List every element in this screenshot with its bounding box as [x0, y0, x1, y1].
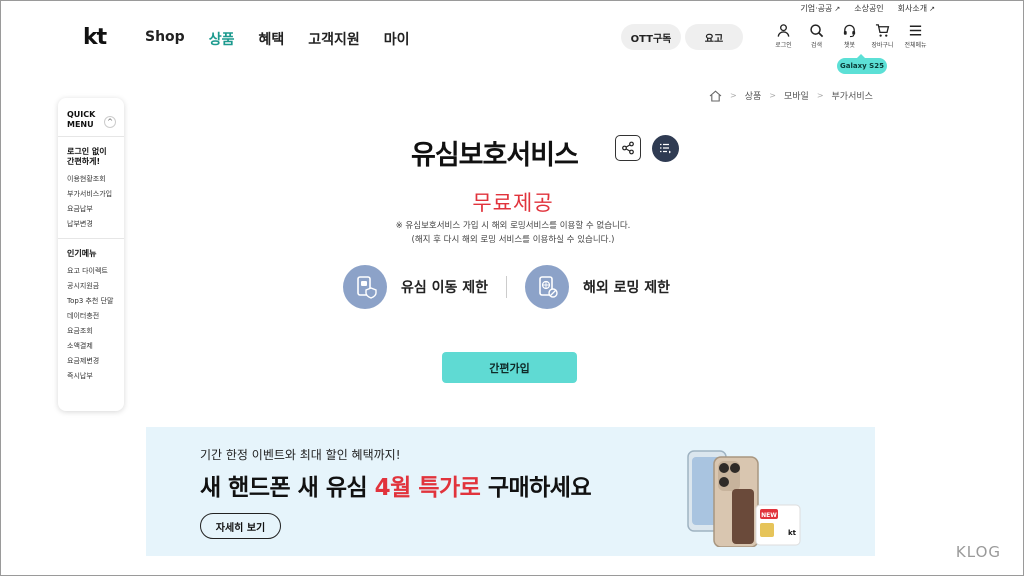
- feature-list: 유심 이동 제한 해외 로밍 제한: [343, 265, 670, 309]
- banner-headline: 새 핸드폰 새 유심 4월 특가로 구매하세요: [200, 468, 592, 502]
- company-link-label: 회사소개: [897, 4, 928, 13]
- chatbot-button[interactable]: 챗봇: [833, 23, 866, 49]
- breadcrumb-item[interactable]: 상품: [745, 89, 762, 102]
- header-icons: 로그인 검색 챗봇 장바구니 전체메뉴: [767, 23, 932, 49]
- feature-roaming-label: 해외 로밍 제한: [583, 280, 671, 296]
- quick-join-button[interactable]: 간편가입: [442, 352, 577, 383]
- cart-button[interactable]: 장바구니: [866, 23, 899, 49]
- business-link-label: 기업·공공: [800, 4, 833, 13]
- quick-item-bill[interactable]: 요금조회: [67, 324, 115, 339]
- home-icon[interactable]: [709, 89, 722, 102]
- user-icon: [777, 24, 790, 37]
- breadcrumb-item[interactable]: 모바일: [784, 89, 809, 102]
- chevron-right-icon: >: [730, 91, 737, 100]
- notice-text: ※ 유심보호서비스 가입 시 해외 로밍서비스를 이용할 수 없습니다. (해지…: [1, 219, 1024, 247]
- chevron-right-icon: >: [816, 91, 824, 100]
- galaxy-s25-badge[interactable]: Galaxy S25: [837, 54, 887, 74]
- chevron-up-icon[interactable]: ^: [104, 116, 116, 128]
- utility-links: 기업·공공 ↗ 소상공인 회사소개 ↗: [800, 3, 935, 14]
- title-row: 유심보호서비스: [1, 133, 1024, 171]
- nav-benefits[interactable]: 혜택: [258, 29, 284, 49]
- promo-banner[interactable]: 기간 한정 이벤트와 최대 할인 혜택까지! 새 핸드폰 새 유심 4월 특가로…: [146, 427, 875, 556]
- nav-products[interactable]: 상품: [209, 29, 235, 49]
- quick-item-usage[interactable]: 이용현황조회: [67, 172, 115, 187]
- quick-item-instant-pay[interactable]: 즉시납부: [67, 369, 115, 384]
- share-icon: [622, 141, 634, 155]
- search-button[interactable]: 검색: [800, 23, 833, 49]
- kt-logo[interactable]: kt: [83, 25, 107, 50]
- search-icon: [810, 24, 824, 38]
- banner-subtitle: 기간 한정 이벤트와 최대 할인 혜택까지!: [200, 448, 401, 462]
- klog-watermark: KLOG: [955, 543, 1001, 561]
- popular-menu-heading: 인기메뉴: [67, 249, 97, 258]
- notice-line-2: (해지 후 다시 해외 로밍 서비스를 이용하실 수 있습니다.): [411, 235, 615, 245]
- nav-support[interactable]: 고객지원: [308, 29, 360, 49]
- login-button[interactable]: 로그인: [767, 23, 800, 49]
- divider: [506, 276, 508, 298]
- login-label: 로그인: [775, 42, 792, 49]
- banner-headline-a: 새 핸드폰 새 유심: [200, 475, 375, 501]
- dealer-link[interactable]: 소상공인: [854, 3, 883, 14]
- headset-icon: [843, 24, 856, 38]
- menu-icon: [909, 25, 922, 36]
- banner-detail-button[interactable]: 자세히 보기: [200, 513, 281, 539]
- nav-my[interactable]: 마이: [384, 29, 410, 49]
- feature-roaming: 해외 로밍 제한: [525, 265, 670, 309]
- search-label: 검색: [810, 42, 823, 49]
- sim-new-label: NEW: [761, 512, 777, 519]
- share-button[interactable]: [615, 135, 641, 161]
- list-button[interactable]: [652, 135, 679, 162]
- quick-item-micropay[interactable]: 소액결제: [67, 339, 115, 354]
- phones-image: NEW kt: [687, 450, 801, 547]
- quick-item-data-charge[interactable]: 데이터충전: [67, 309, 115, 324]
- external-link-icon: ↗: [834, 4, 841, 13]
- chevron-right-icon: >: [769, 91, 776, 100]
- roaming-block-icon: [525, 265, 570, 309]
- nav-shop[interactable]: Shop: [145, 29, 185, 49]
- chatbot-label: 챗봇: [843, 42, 856, 49]
- banner-headline-b: 구매하세요: [480, 475, 592, 501]
- quick-item-top3[interactable]: Top3 추천 단말: [67, 294, 115, 309]
- yogo-button[interactable]: 요고: [685, 24, 743, 50]
- ott-subscribe-button[interactable]: OTT구독: [621, 24, 681, 50]
- quick-item-subsidy[interactable]: 공시지원금: [67, 279, 115, 294]
- list-icon: [660, 143, 671, 154]
- all-menu-label: 전체메뉴: [904, 42, 927, 49]
- sim-lock-icon: [343, 265, 387, 309]
- company-link[interactable]: 회사소개 ↗: [898, 3, 935, 14]
- notice-line-1: ※ 유심보호서비스 가입 시 해외 로밍서비스를 이용할 수 없습니다.: [395, 221, 631, 231]
- quick-item-plan-change[interactable]: 요금제변경: [67, 354, 115, 369]
- breadcrumb: > 상품 > 모바일 > 부가서비스: [709, 89, 873, 102]
- main-nav: Shop 상품 혜택 고객지원 마이: [145, 29, 410, 49]
- price-label: 무료제공: [472, 191, 554, 215]
- page-frame: 기업·공공 ↗ 소상공인 회사소개 ↗ kt Shop 상품 혜택 고객지원 마이 …: [0, 0, 1024, 576]
- feature-sim-move-label: 유심 이동 제한: [401, 280, 489, 296]
- external-link-icon: ↗: [929, 4, 935, 13]
- page-title: 유심보호서비스: [411, 140, 579, 171]
- sim-brand-label: kt: [788, 529, 797, 537]
- banner-headline-highlight: 4월 특가로: [374, 475, 481, 501]
- all-menu-button[interactable]: 전체메뉴: [899, 23, 932, 49]
- cart-icon: [875, 24, 890, 37]
- quick-item-yogo-direct[interactable]: 요고 다이렉트: [67, 264, 115, 279]
- feature-sim-move: 유심 이동 제한: [343, 265, 488, 309]
- breadcrumb-item[interactable]: 부가서비스: [832, 89, 873, 102]
- cart-label: 장바구니: [871, 42, 894, 49]
- business-link[interactable]: 기업·공공 ↗: [800, 3, 840, 14]
